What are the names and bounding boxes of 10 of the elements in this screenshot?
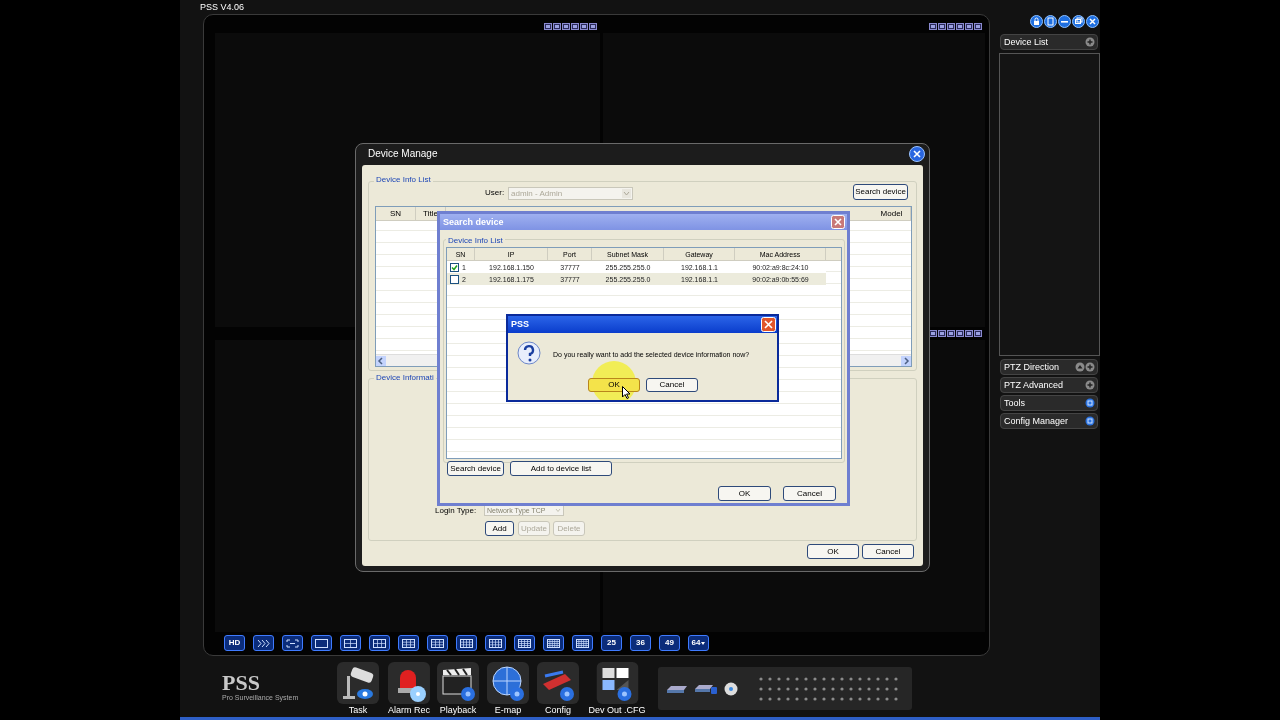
group-label: Device Info List (374, 176, 433, 184)
app-title: PSS V4.06 (200, 2, 245, 12)
field-label: Login Type: (435, 507, 477, 515)
window-title: Search device (443, 217, 505, 227)
group-label: Device Info List (446, 237, 505, 245)
field-label: User: (485, 189, 505, 197)
group-label: Device Informati (374, 374, 436, 382)
window-title: PSS (511, 320, 530, 329)
window-title: Device Manage (368, 149, 439, 159)
logo-text: PSS (222, 672, 261, 694)
